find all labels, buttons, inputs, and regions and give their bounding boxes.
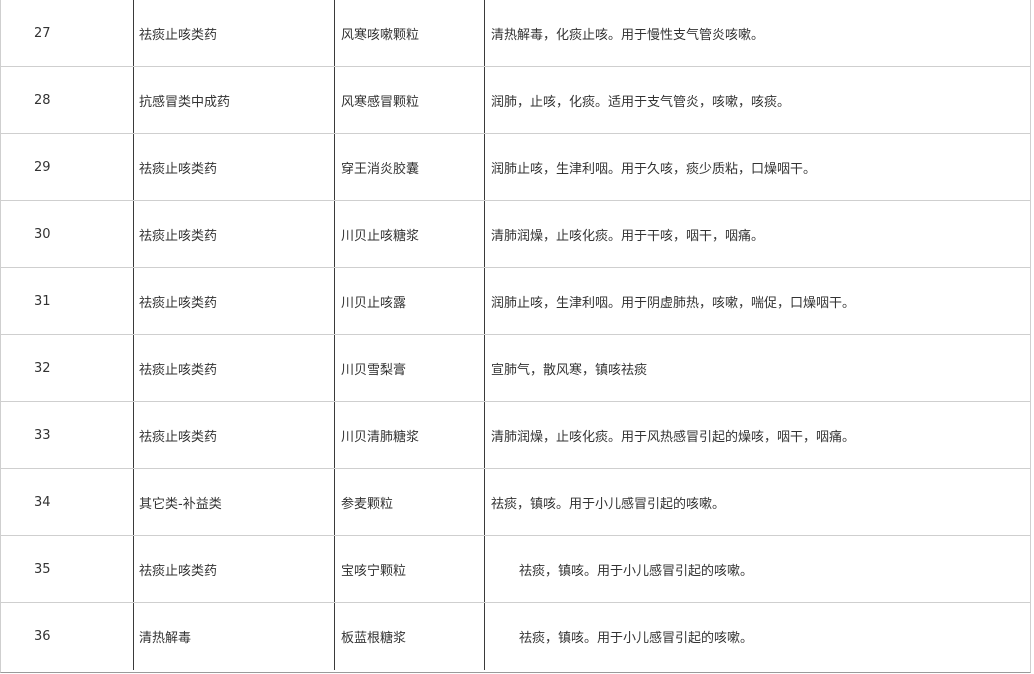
row-number: 35 [1, 536, 134, 602]
table-row: 30 祛痰止咳类药 川贝止咳糖浆 清肺润燥，止咳化痰。用于干咳，咽干，咽痛。 [1, 201, 1030, 268]
medicine-name: 板蓝根糖浆 [335, 603, 485, 670]
row-number: 28 [1, 67, 134, 133]
medicine-name: 参麦颗粒 [335, 469, 485, 535]
medicine-name: 宝咳宁颗粒 [335, 536, 485, 602]
table-row: 35 祛痰止咳类药 宝咳宁颗粒 祛痰，镇咳。用于小儿感冒引起的咳嗽。 [1, 536, 1030, 603]
medicine-category: 清热解毒 [134, 603, 335, 670]
table-row: 27 祛痰止咳类药 风寒咳嗽颗粒 清热解毒，化痰止咳。用于慢性支气管炎咳嗽。 [1, 0, 1030, 67]
medicine-category: 祛痰止咳类药 [134, 268, 335, 334]
medicine-name: 川贝清肺糖浆 [335, 402, 485, 468]
medicine-category: 其它类-补益类 [134, 469, 335, 535]
row-number: 36 [1, 603, 134, 670]
table-row: 32 祛痰止咳类药 川贝雪梨膏 宣肺气，散风寒，镇咳祛痰 [1, 335, 1030, 402]
medicine-description: 清肺润燥，止咳化痰。用于干咳，咽干，咽痛。 [491, 228, 765, 244]
medicine-description: 清热解毒，化痰止咳。用于慢性支气管炎咳嗽。 [491, 27, 765, 43]
medicine-name: 川贝止咳露 [335, 268, 485, 334]
medicine-description: 祛痰，镇咳。用于小儿感冒引起的咳嗽。 [519, 631, 754, 646]
medicine-description: 祛痰，镇咳。用于小儿感冒引起的咳嗽。 [519, 563, 754, 579]
table-row: 34 其它类-补益类 参麦颗粒 祛痰，镇咳。用于小儿感冒引起的咳嗽。 [1, 469, 1030, 536]
row-number: 31 [1, 268, 134, 334]
medicine-description: 祛痰，镇咳。用于小儿感冒引起的咳嗽。 [491, 496, 726, 512]
table-row: 36 清热解毒 板蓝根糖浆 祛痰，镇咳。用于小儿感冒引起的咳嗽。 [1, 603, 1030, 670]
medicine-description: 宣肺气，散风寒，镇咳祛痰 [491, 362, 648, 378]
medicine-description: 润肺止咳，生津利咽。用于阴虚肺热，咳嗽，喘促，口燥咽干。 [491, 295, 856, 311]
medicine-description: 润肺，止咳，化痰。适用于支气管炎，咳嗽，咳痰。 [491, 94, 791, 110]
table-row: 28 抗感冒类中成药 风寒感冒颗粒 润肺，止咳，化痰。适用于支气管炎，咳嗽，咳痰… [1, 67, 1030, 134]
table-row: 33 祛痰止咳类药 川贝清肺糖浆 清肺润燥，止咳化痰。用于风热感冒引起的燥咳，咽… [1, 402, 1030, 469]
table-row: 31 祛痰止咳类药 川贝止咳露 润肺止咳，生津利咽。用于阴虚肺热，咳嗽，喘促，口… [1, 268, 1030, 335]
row-number: 33 [1, 402, 134, 468]
medicine-name: 风寒咳嗽颗粒 [335, 0, 485, 66]
medicine-name: 穿王消炎胶囊 [335, 134, 485, 200]
medicine-category: 祛痰止咳类药 [134, 402, 335, 468]
row-number: 32 [1, 335, 134, 401]
medicine-name: 川贝止咳糖浆 [335, 201, 485, 267]
medicine-category: 祛痰止咳类药 [134, 134, 335, 200]
row-number: 30 [1, 201, 134, 267]
medicine-description: 润肺止咳，生津利咽。用于久咳，痰少质粘，口燥咽干。 [491, 161, 817, 177]
medicine-description: 清肺润燥，止咳化痰。用于风热感冒引起的燥咳，咽干，咽痛。 [491, 429, 856, 445]
medicine-table: 27 祛痰止咳类药 风寒咳嗽颗粒 清热解毒，化痰止咳。用于慢性支气管炎咳嗽。 2… [0, 0, 1031, 673]
medicine-name: 风寒感冒颗粒 [335, 67, 485, 133]
medicine-category: 祛痰止咳类药 [134, 335, 335, 401]
row-number: 34 [1, 469, 134, 535]
medicine-category: 祛痰止咳类药 [134, 536, 335, 602]
table-row: 29 祛痰止咳类药 穿王消炎胶囊 润肺止咳，生津利咽。用于久咳，痰少质粘，口燥咽… [1, 134, 1030, 201]
medicine-category: 祛痰止咳类药 [134, 0, 335, 66]
row-number: 27 [1, 0, 134, 66]
medicine-name: 川贝雪梨膏 [335, 335, 485, 401]
medicine-category: 抗感冒类中成药 [134, 67, 335, 133]
medicine-category: 祛痰止咳类药 [134, 201, 335, 267]
row-number: 29 [1, 134, 134, 200]
